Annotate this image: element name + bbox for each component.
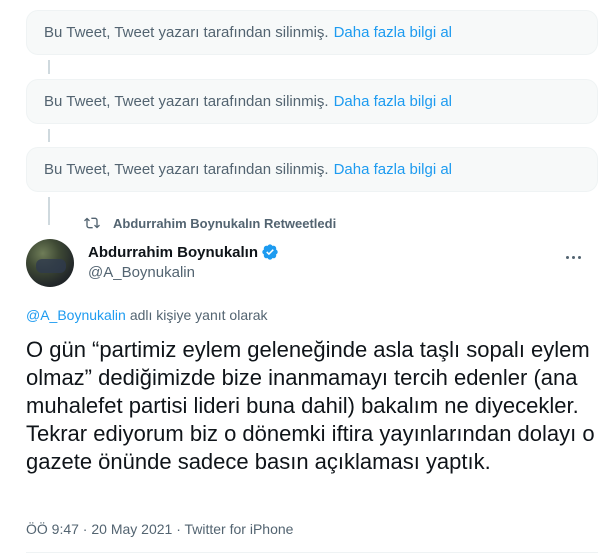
learn-more-link[interactable]: Daha fazla bilgi al — [334, 161, 452, 178]
divider — [26, 552, 598, 553]
thread-connector — [48, 60, 50, 74]
deleted-tweet-notice: Bu Tweet, Tweet yazarı tarafından silinm… — [26, 79, 598, 124]
retweet-indicator[interactable]: Abdurrahim Boynukalın Retweetledi — [84, 212, 336, 234]
deleted-notice-text: Bu Tweet, Tweet yazarı tarafından silinm… — [44, 24, 329, 41]
reply-mention-link[interactable]: @A_Boynukalin — [26, 307, 126, 323]
learn-more-link[interactable]: Daha fazla bilgi al — [334, 93, 452, 110]
reply-context-text: adlı kişiye yanıt olarak — [129, 307, 268, 323]
retweet-label: Abdurrahim Boynukalın Retweetledi — [113, 215, 337, 231]
tweet-text: O gün “partimiz eylem geleneğinde asla t… — [26, 337, 595, 474]
avatar[interactable] — [26, 239, 74, 287]
reply-context: @A_Boynukalin adlı kişiye yanıt olarak — [26, 307, 268, 323]
learn-more-link[interactable]: Daha fazla bilgi al — [334, 24, 452, 41]
deleted-notice-text: Bu Tweet, Tweet yazarı tarafından silinm… — [44, 161, 329, 178]
verified-badge-icon — [262, 244, 278, 260]
deleted-tweet-notice: Bu Tweet, Tweet yazarı tarafından silinm… — [26, 10, 598, 55]
author-handle[interactable]: @A_Boynukalin — [88, 264, 195, 281]
thread-connector — [48, 129, 50, 142]
author-display-name[interactable]: Abdurrahim Boynukalın — [88, 244, 258, 261]
author-name-row[interactable]: Abdurrahim Boynukalın — [88, 243, 279, 261]
tweet-metadata[interactable]: ÖÖ 9:47 · 20 May 2021 · Twitter for iPho… — [26, 521, 293, 537]
thread-connector — [48, 197, 50, 225]
deleted-notice-text: Bu Tweet, Tweet yazarı tarafından silinm… — [44, 93, 329, 110]
more-options-icon[interactable] — [566, 250, 586, 264]
retweet-icon — [84, 217, 100, 229]
deleted-tweet-notice: Bu Tweet, Tweet yazarı tarafından silinm… — [26, 147, 598, 192]
